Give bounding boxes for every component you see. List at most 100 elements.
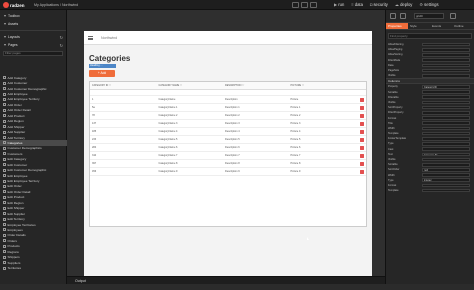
property-value[interactable]	[422, 100, 470, 105]
property-value[interactable]	[422, 131, 470, 136]
delete-row-icon[interactable]	[359, 121, 364, 126]
tab-properties[interactable]: Properties	[386, 23, 408, 29]
property-value[interactable]	[422, 105, 470, 110]
delete-row-icon[interactable]	[359, 113, 364, 118]
deploy-button[interactable]: ☁deploy	[395, 2, 413, 7]
settings-button[interactable]: ⚙settings	[419, 2, 438, 7]
property-label: Visible	[388, 74, 396, 78]
copy-icon[interactable]	[400, 13, 406, 19]
table-row[interactable]: 310 CategoryName 7 Description 7 Picture 7	[90, 152, 366, 160]
property-value[interactable]	[422, 53, 470, 57]
data-grid[interactable]: CATEGORY ID ↑↑ CATEGORY NAME ↑↑ DESCRIPT…	[89, 81, 367, 227]
property-value[interactable]	[422, 126, 470, 131]
filter-cell[interactable]	[224, 90, 290, 95]
property-value[interactable]	[422, 63, 470, 68]
col-description[interactable]: DESCRIPTION ↑↑	[223, 82, 289, 89]
find-property-input[interactable]: Find property	[388, 33, 472, 39]
property-label: Sortable	[388, 163, 398, 167]
table-row[interactable]: 78 CategoryName 2 Description 2 Picture 2	[90, 112, 366, 120]
menu-icon[interactable]	[88, 36, 93, 40]
col-category-id[interactable]: CATEGORY ID ↑↑	[90, 82, 157, 89]
table-row[interactable]: 456 CategoryName 9 Description 9 Picture 9	[90, 168, 366, 176]
output-tab[interactable]: Output	[75, 279, 86, 283]
property-value[interactable]	[422, 111, 470, 115]
breadcrumb[interactable]: My Applications / Northwind	[34, 3, 78, 7]
row-actions	[354, 137, 366, 142]
delete-icon[interactable]	[450, 13, 456, 19]
table-row[interactable]: 233 CategoryName 5 Description 5 Picture 5	[90, 136, 366, 144]
property-value[interactable]	[422, 183, 470, 188]
tab-outline[interactable]: Outline	[452, 23, 474, 29]
table-row[interactable]: 1 CategoryName Description Picture	[90, 96, 366, 104]
property-value[interactable]	[422, 90, 470, 94]
property-value[interactable]: Category ID	[422, 152, 470, 157]
delete-row-icon[interactable]	[359, 97, 364, 102]
data-button[interactable]: ≡data	[351, 2, 363, 7]
page-title[interactable]: Categories	[89, 54, 130, 63]
toolbox-node[interactable]: Toolbox	[0, 12, 66, 20]
table-row[interactable]: 5a CategoryName 1 Description 1 Picture 1	[90, 104, 366, 112]
table-row[interactable]: 137 CategoryName 3 Description 3 Picture 3	[90, 120, 366, 128]
property-value[interactable]	[422, 47, 470, 52]
table-row[interactable]: 185 CategoryName 4 Description 4 Picture 4	[90, 128, 366, 136]
property-value[interactable]	[422, 147, 470, 151]
assets-node[interactable]: Assets	[0, 20, 66, 28]
page-preview: Northwind Categories Heading ... + Add C…	[84, 31, 372, 280]
page-item[interactable]: Territories	[0, 265, 67, 270]
delete-row-icon[interactable]	[359, 105, 364, 110]
filter-pages-input[interactable]: Filter pages	[3, 51, 63, 56]
delete-row-icon[interactable]	[359, 145, 364, 150]
property-label: Text	[388, 152, 393, 156]
add-page-icon[interactable]: ↻	[60, 43, 63, 48]
add-button[interactable]: + Add	[89, 70, 115, 77]
page-item-label: Regions	[7, 249, 19, 254]
property-value[interactable]	[422, 68, 470, 73]
component-select[interactable]: grid0	[414, 13, 444, 19]
property-value[interactable]	[422, 95, 470, 100]
filter-cell[interactable]	[157, 90, 224, 95]
logo-text: radzen	[10, 2, 25, 8]
layouts-node[interactable]: Layouts ↻	[0, 33, 66, 41]
table-row[interactable]: 397 CategoryName 8 Description 8 Picture 8	[90, 160, 366, 168]
property-value[interactable]	[422, 142, 470, 146]
property-value[interactable]	[422, 136, 470, 141]
layout-center-icon[interactable]	[301, 2, 308, 8]
property-value[interactable]	[422, 173, 470, 177]
property-value[interactable]	[422, 157, 470, 162]
property-value[interactable]	[422, 188, 470, 193]
delete-row-icon[interactable]	[359, 161, 364, 166]
table-cell: CategoryName 1	[158, 106, 178, 109]
delete-row-icon[interactable]	[359, 153, 364, 158]
property-value[interactable]: integer	[422, 178, 470, 183]
delete-row-icon[interactable]	[359, 169, 364, 174]
property-value[interactable]	[422, 42, 470, 47]
filter-cell[interactable]	[90, 90, 157, 95]
delete-row-icon[interactable]	[359, 129, 364, 134]
property-value[interactable]	[422, 162, 470, 167]
tab-events[interactable]: Events	[430, 23, 452, 29]
page-icon	[3, 92, 6, 96]
filter-cell[interactable]	[290, 90, 356, 95]
property-value[interactable]	[422, 58, 470, 62]
property-label: FilterMode	[388, 58, 401, 62]
design-canvas[interactable]: Northwind Categories Heading ... + Add C…	[67, 10, 385, 280]
add-layout-icon[interactable]: ↻	[60, 35, 63, 40]
property-value[interactable]	[422, 121, 470, 126]
property-value[interactable]: CategoryID	[422, 85, 470, 89]
col-category-name[interactable]: CATEGORY NAME ↑↑	[157, 82, 224, 89]
run-button[interactable]: ▶run	[334, 2, 344, 7]
select-parent-icon[interactable]	[390, 13, 396, 19]
grid-properties: AllowFiltering AllowPaging AllowSorting Fil…	[386, 42, 474, 78]
delete-row-icon[interactable]	[359, 137, 364, 142]
property-value[interactable]	[422, 116, 470, 120]
page-icon	[3, 179, 6, 183]
property-value[interactable]: null	[422, 168, 470, 172]
tab-style[interactable]: Style	[408, 23, 430, 29]
layout-left-icon[interactable]	[292, 2, 299, 8]
table-row[interactable]: 284 CategoryName 6 Description 6 Picture 6	[90, 144, 366, 152]
security-button[interactable]: ◘security	[370, 2, 388, 7]
layout-right-icon[interactable]	[310, 2, 317, 8]
col-picture[interactable]: PICTURE ↑↑	[289, 82, 355, 89]
pages-node[interactable]: Pages ↻	[0, 41, 66, 49]
property-value[interactable]	[422, 73, 470, 78]
